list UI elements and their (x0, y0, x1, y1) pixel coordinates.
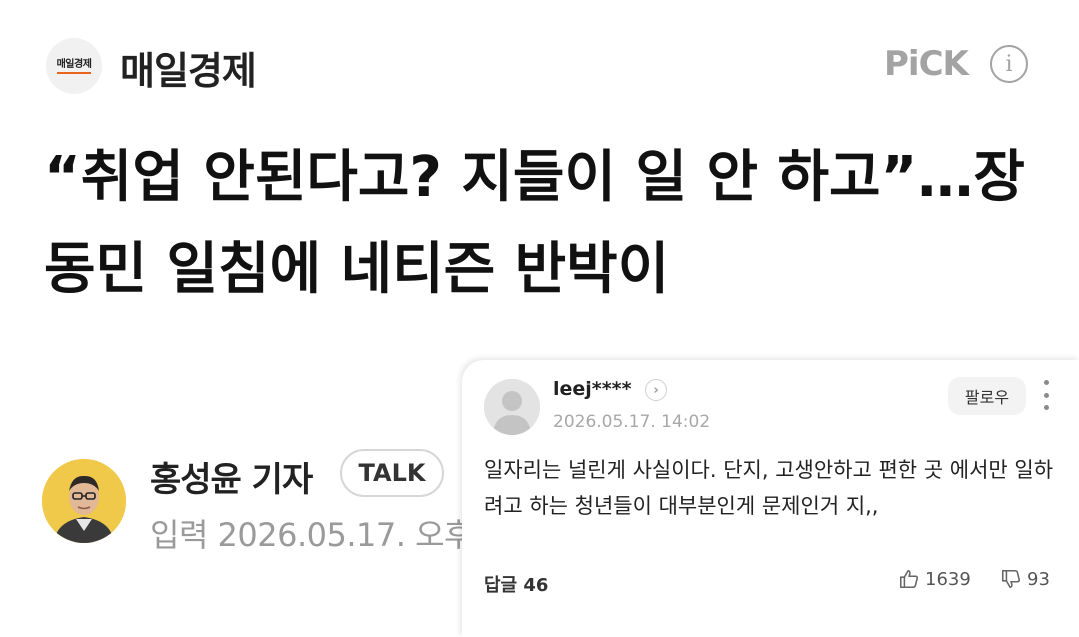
article-headline: “취업 안된다고? 지들이 일 안 하고”…장동민 일침에 네티즌 반박이 (44, 145, 1025, 302)
dislike-count: 93 (1027, 568, 1050, 590)
more-dot (1043, 392, 1049, 398)
publish-date: 입력 2026.05.17. 오후 (150, 516, 474, 554)
talk-button[interactable]: TALK (340, 449, 444, 497)
reporter-avatar[interactable] (42, 459, 126, 543)
publisher-logo-text: 매일경제 (56, 59, 92, 74)
chevron-right-icon[interactable]: › (645, 379, 667, 401)
follow-button[interactable]: 팔로우 (948, 377, 1026, 415)
publisher-name[interactable]: 매일경제 (120, 40, 257, 95)
like-count: 1639 (925, 568, 971, 590)
replies-button[interactable]: 답글 46 (484, 571, 548, 597)
more-options-icon[interactable] (1040, 380, 1052, 410)
replies-label: 답글 (484, 575, 518, 596)
pick-label: PiCK (884, 44, 969, 84)
info-icon[interactable]: i (990, 45, 1028, 83)
more-dot (1043, 380, 1049, 385)
comment-card: leej**** › 2026.05.17. 14:02 팔로우 일자리는 널린… (462, 360, 1079, 637)
commenter-avatar[interactable] (484, 379, 540, 435)
comment-timestamp: 2026.05.17. 14:02 (553, 412, 711, 432)
default-user-icon (484, 379, 540, 435)
publisher-logo[interactable]: 매일경제 (46, 38, 102, 94)
reporter-name[interactable]: 홍성윤 기자 (150, 452, 313, 501)
like-button[interactable]: 1639 (898, 568, 971, 590)
chevron-glyph: › (653, 382, 659, 398)
more-dot (1043, 405, 1049, 410)
dislike-button[interactable]: 93 (1000, 568, 1050, 590)
reporter-photo (42, 459, 126, 543)
replies-count: 46 (523, 575, 549, 596)
comment-body: 일자리는 널린게 사실이다. 단지, 고생안하고 편한 곳 에서만 일하려고 하… (484, 458, 1054, 518)
thumbs-down-icon (1001, 569, 1021, 589)
thumbs-up-icon (899, 569, 919, 589)
article-header: 매일경제 매일경제 PiCK i (0, 0, 1079, 130)
commenter-username[interactable]: leej**** (553, 378, 632, 400)
info-glyph: i (1005, 51, 1013, 77)
